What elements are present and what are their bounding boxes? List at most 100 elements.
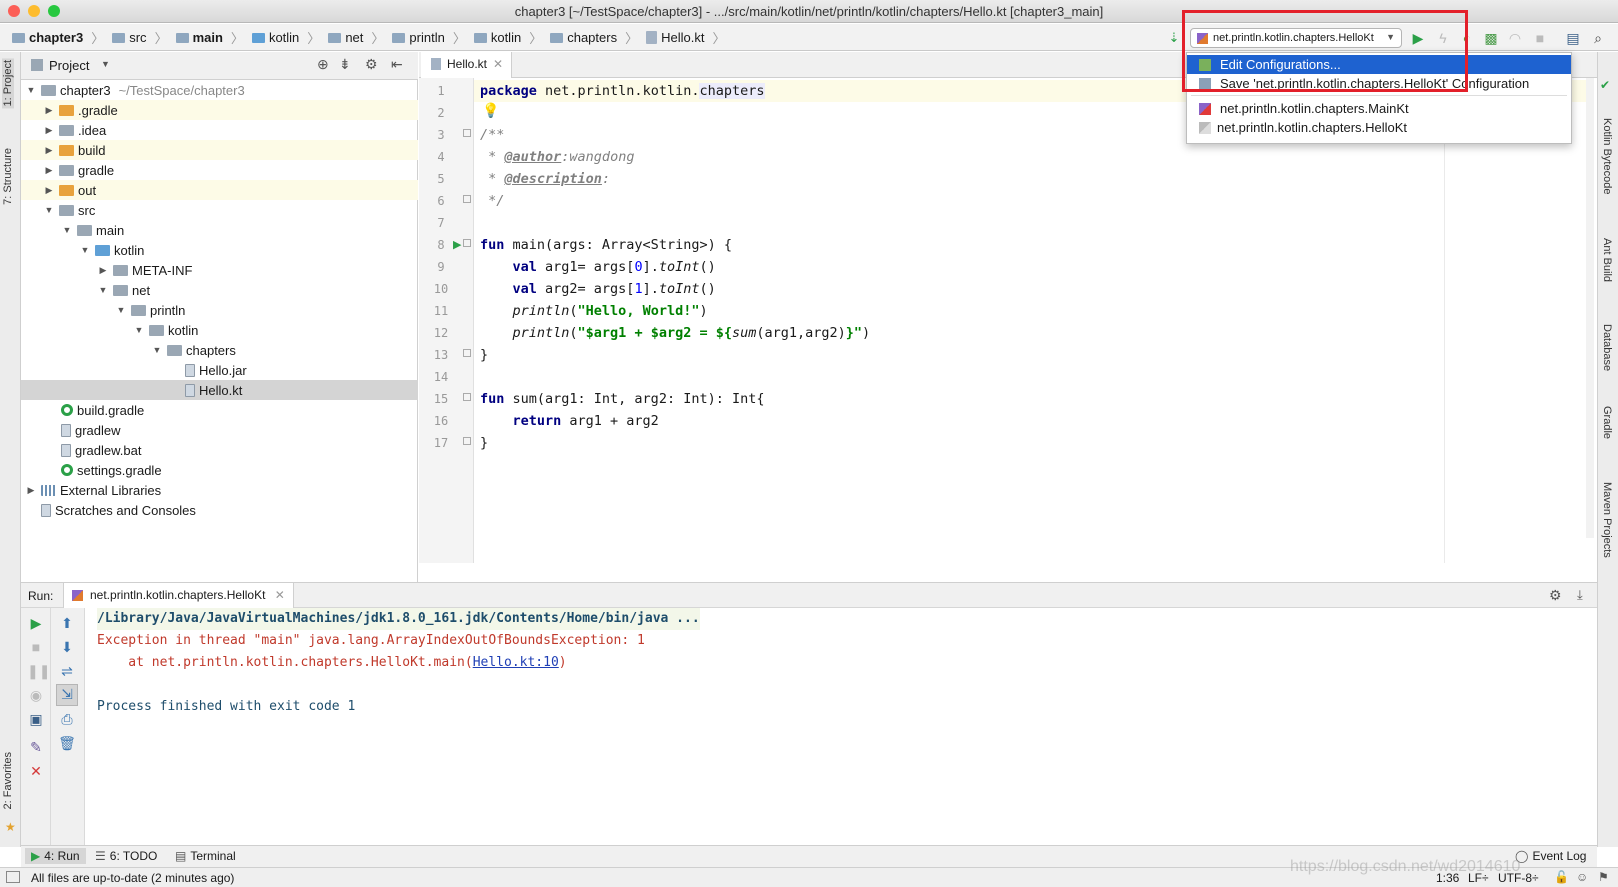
breadcrumb-item[interactable]: net 〉 [324,24,388,51]
project-view-selector[interactable]: Project [49,58,89,73]
breadcrumb-item[interactable]: src 〉 [108,24,171,51]
tool-tab-structure[interactable]: 7: Structure [2,148,14,205]
tool-tab-kotlin-bytecode[interactable]: Kotlin Bytecode [1601,118,1613,194]
breadcrumb-item[interactable]: kotlin 〉 [248,24,324,51]
tree-item[interactable]: ▼ kotlin [21,240,418,260]
gear-icon[interactable]: ⚙ [365,56,378,73]
tree-item-selected[interactable]: Hello.kt [21,380,418,400]
editor-tab-hello-kt[interactable]: Hello.kt ✕ [421,52,513,78]
trash-icon[interactable]: 🗑 [58,734,76,752]
tree-item[interactable]: build.gradle [21,400,418,420]
pause-icon[interactable]: ❚❚ [27,662,50,680]
tool-tab-terminal[interactable]: ▤ Terminal [175,849,236,863]
tree-item[interactable]: gradlew.bat [21,440,418,460]
scroll-from-source-icon[interactable]: ⊕ [317,56,329,73]
tree-item[interactable]: ▶ .idea [21,120,418,140]
tree-item-root[interactable]: ▼ chapter3 ~/TestSpace/chapter3 [21,80,418,100]
chevron-right-icon[interactable]: ▶ [25,485,37,496]
run-gutter-icon[interactable]: ▶ [453,238,461,251]
chevron-down-icon[interactable]: ▼ [115,305,127,315]
close-icon[interactable]: ✕ [27,762,45,780]
stop-icon[interactable]: ■ [27,638,45,656]
breadcrumb-item[interactable]: kotlin 〉 [470,24,546,51]
stop-icon[interactable]: ■ [1530,28,1550,48]
pin-icon[interactable]: ✎ [27,738,45,756]
toggle-tool-windows-icon[interactable] [6,871,20,883]
rerun-icon[interactable]: ▶ [27,614,45,632]
tool-tab-gradle[interactable]: Gradle [1601,406,1613,439]
tree-item[interactable]: settings.gradle [21,460,418,480]
breadcrumb-item[interactable]: Hello.kt 〉 [642,24,729,51]
tree-item[interactable]: ▼ net [21,280,418,300]
menu-item-config[interactable]: net.println.kotlin.chapters.MainKt [1187,99,1571,118]
fold-icon[interactable] [463,349,471,357]
tree-item[interactable]: ▼ chapters [21,340,418,360]
chevron-right-icon[interactable]: ▶ [43,165,55,176]
tool-tab-ant-build[interactable]: Ant Build [1601,238,1613,282]
hide-panel-icon[interactable]: ⇤ [391,56,403,73]
tree-item[interactable]: ▼ println [21,300,418,320]
dump-threads-icon[interactable]: ◉ [27,686,45,704]
tree-item[interactable]: ▶ gradle [21,160,418,180]
print-icon[interactable]: ⎙ [58,710,76,728]
attach-icon[interactable]: ◠ [1505,28,1525,48]
tool-tab-project[interactable]: 1: Project [2,58,14,109]
tree-item[interactable]: ▶ META-INF [21,260,418,280]
code-editor[interactable]: package net.println.kotlin.chapters 💡 /*… [474,78,1597,563]
tree-item[interactable]: Scratches and Consoles [21,500,418,520]
tool-tab-run[interactable]: ▶ 4: Run [25,848,86,864]
chevron-right-icon[interactable]: ▶ [43,125,55,136]
chevron-right-icon[interactable]: ▶ [43,145,55,156]
editor-scrollbar[interactable] [1586,78,1594,538]
chevron-down-icon[interactable]: ▼ [61,225,73,235]
fold-icon[interactable] [463,195,471,203]
close-icon[interactable]: ✕ [275,588,285,602]
chevron-down-icon[interactable]: ▼ [25,85,37,95]
breadcrumb-item[interactable]: chapter3 〉 [8,24,108,51]
fold-icon[interactable] [463,437,471,445]
menu-item-config[interactable]: net.println.kotlin.chapters.HelloKt [1187,118,1571,137]
chevron-down-icon[interactable]: ▼ [133,325,145,335]
tool-tab-todo[interactable]: ☰ 6: TODO [95,849,157,863]
breadcrumb-item[interactable]: chapters 〉 [546,24,642,51]
chevron-right-icon[interactable]: ▶ [43,185,55,196]
fold-icon[interactable] [463,129,471,137]
gear-icon[interactable]: ⚙ [1549,587,1562,604]
build-project-icon[interactable]: ⇣ [1164,28,1184,48]
inspector-icon[interactable]: ☺ [1576,870,1588,884]
tool-tab-event-log[interactable]: ◯ Event Log [1515,849,1586,863]
tree-item[interactable]: ▶ .gradle [21,100,418,120]
search-icon[interactable]: ⌕ [1588,28,1608,48]
breadcrumb-item[interactable]: println 〉 [388,24,469,51]
breadcrumb-item[interactable]: main 〉 [172,24,248,51]
fold-icon[interactable] [463,393,471,401]
chevron-right-icon[interactable]: ▶ [43,105,55,116]
tool-tab-database[interactable]: Database [1601,324,1613,371]
arrow-down-icon[interactable]: ⬇ [58,638,76,656]
chevron-right-icon[interactable]: ▶ [97,265,109,276]
tree-item[interactable]: ▼ src [21,200,418,220]
run-console[interactable]: /Library/Java/JavaVirtualMachines/jdk1.8… [85,608,1597,845]
notifications-icon[interactable]: ⚑ [1598,870,1609,884]
scroll-to-end-icon[interactable]: ⇲ [56,684,78,706]
lightbulb-icon[interactable]: 💡 [482,102,499,119]
tree-item[interactable]: ▶ out [21,180,418,200]
tree-item[interactable]: gradlew [21,420,418,440]
tree-item[interactable]: ▼ main [21,220,418,240]
chevron-down-icon[interactable]: ▼ [151,345,163,355]
project-structure-icon[interactable]: ▤ [1563,28,1583,48]
chevron-down-icon[interactable]: ▼ [101,59,110,69]
tree-item[interactable]: Hello.jar [21,360,418,380]
chevron-down-icon[interactable]: ▼ [97,285,109,295]
tree-item[interactable]: ▶ build [21,140,418,160]
tool-tab-maven-projects[interactable]: Maven Projects [1601,482,1613,558]
hide-panel-icon[interactable]: ⤓ [1577,587,1583,603]
soft-wrap-icon[interactable]: ⇌ [58,662,76,680]
run-tab[interactable]: net.println.kotlin.chapters.HelloKt ✕ [63,583,294,608]
collapse-all-icon[interactable]: ⇟ [339,56,351,73]
profile-icon[interactable]: ▩ [1481,28,1501,48]
tool-tab-favorites[interactable]: 2: Favorites [2,752,14,809]
restore-layout-icon[interactable]: ▣ [27,710,45,728]
close-icon[interactable]: ✕ [493,57,503,78]
lock-icon[interactable]: 🔓 [1554,870,1569,884]
